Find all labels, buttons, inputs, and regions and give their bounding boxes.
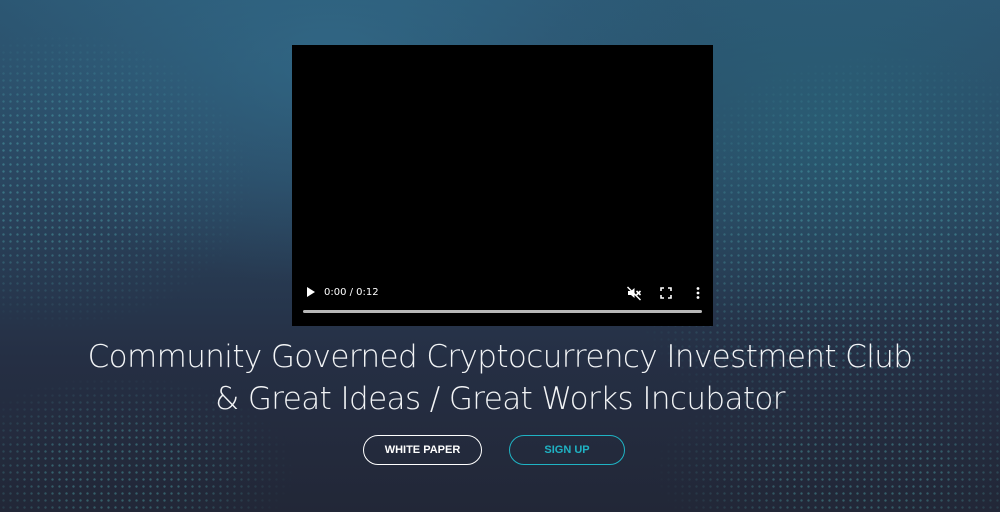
video-player[interactable]: 0:00 / 0:12 xyxy=(292,45,713,326)
video-time: 0:00 / 0:12 xyxy=(324,287,379,298)
volume-muted-icon[interactable] xyxy=(625,284,643,302)
fullscreen-icon[interactable] xyxy=(657,284,675,302)
video-progress-bar[interactable] xyxy=(303,310,702,313)
video-controls: 0:00 / 0:12 xyxy=(292,282,713,326)
more-options-icon[interactable] xyxy=(689,284,707,302)
headline-line-2: & Great Ideas / Great Works Incubator xyxy=(215,381,785,417)
sign-up-button[interactable]: SIGN UP xyxy=(509,435,625,465)
hero-headline: Community Governed Cryptocurrency Invest… xyxy=(0,336,1000,420)
white-paper-button[interactable]: WHITE PAPER xyxy=(363,435,482,465)
headline-line-1: Community Governed Cryptocurrency Invest… xyxy=(87,339,913,375)
play-icon[interactable] xyxy=(304,286,318,300)
